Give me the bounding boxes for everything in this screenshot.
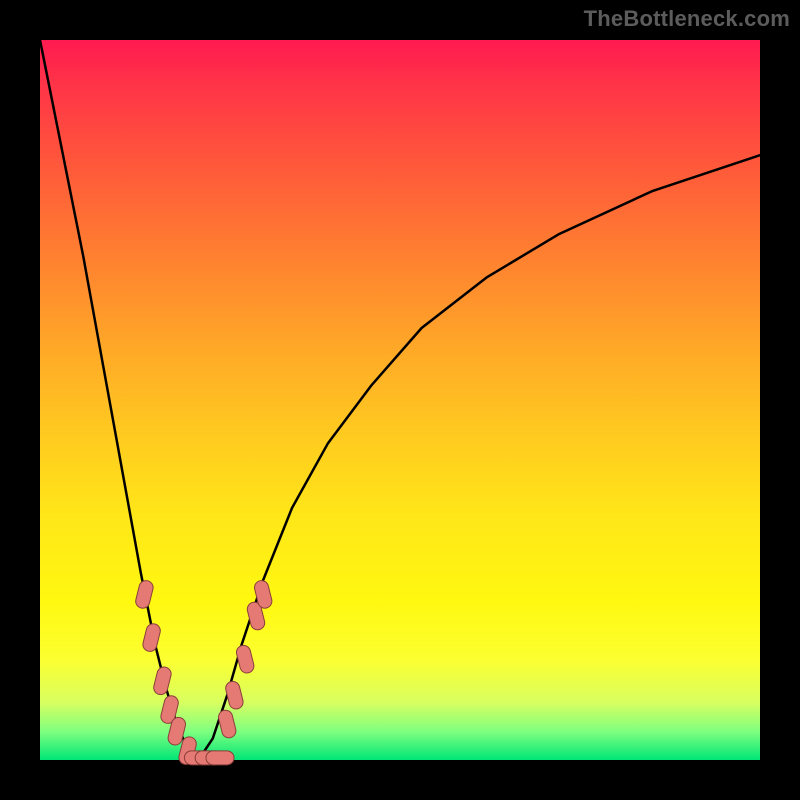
data-marker — [134, 579, 154, 610]
chart-frame: TheBottleneck.com — [0, 0, 800, 800]
curve-right-branch — [198, 155, 760, 760]
data-marker — [152, 666, 172, 697]
data-marker — [235, 644, 255, 675]
data-marker — [217, 709, 237, 740]
data-marker — [206, 751, 234, 765]
data-marker — [224, 680, 244, 711]
data-marker — [141, 622, 161, 653]
chart-svg — [0, 0, 800, 800]
curve-left-branch — [40, 40, 198, 760]
